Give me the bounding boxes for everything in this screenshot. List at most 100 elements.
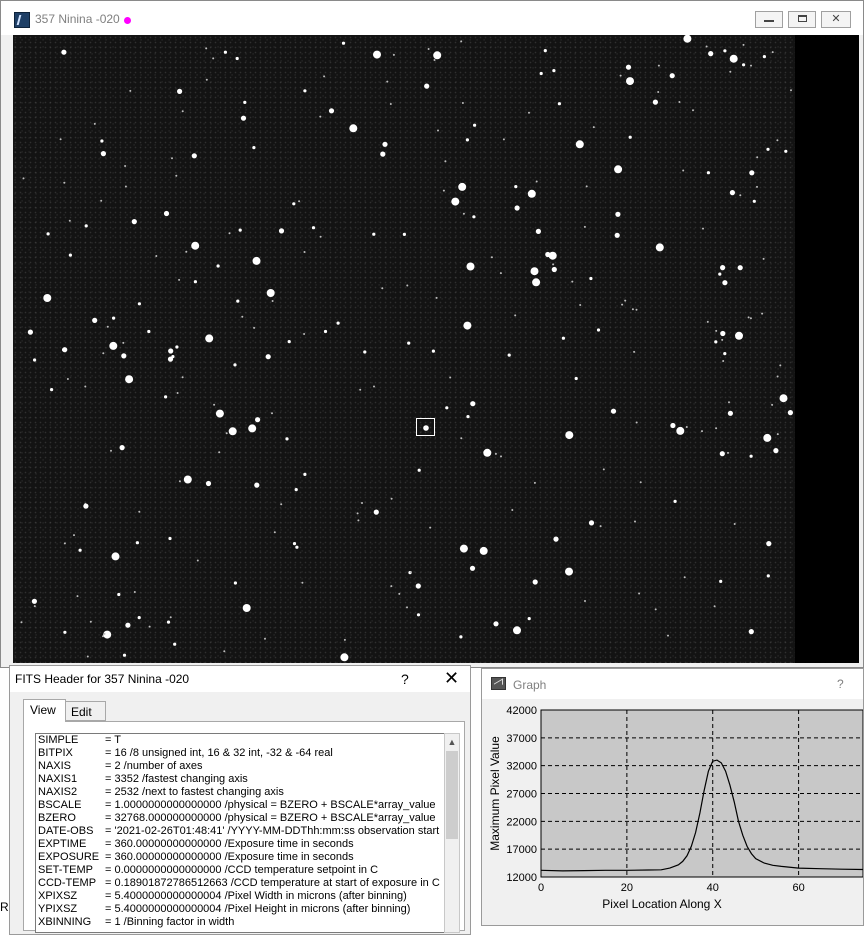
- star: [574, 376, 578, 381]
- star: [592, 126, 595, 129]
- star: [131, 219, 137, 225]
- star: [602, 468, 605, 471]
- star: [319, 235, 322, 238]
- star: [722, 280, 728, 286]
- star: [61, 49, 67, 55]
- scroll-thumb[interactable]: [446, 751, 458, 839]
- vertical-scrollbar[interactable]: ▲: [444, 733, 460, 933]
- minimize-button[interactable]: [755, 11, 783, 28]
- graph-title-bar[interactable]: Graph ?: [482, 669, 863, 699]
- star: [635, 421, 638, 424]
- star: [579, 304, 582, 306]
- help-button[interactable]: ?: [837, 677, 844, 691]
- star: [532, 278, 541, 287]
- star: [100, 139, 104, 143]
- fits-title-bar[interactable]: FITS Header for 357 Ninina -020 ? ✕: [10, 666, 470, 692]
- header-row: NAXIS1 = 3352 /fastest changing axis: [36, 773, 444, 786]
- star: [380, 151, 386, 157]
- star: [776, 433, 779, 436]
- star: [466, 415, 470, 419]
- star: [513, 626, 521, 635]
- close-button[interactable]: ✕: [444, 668, 459, 689]
- image-canvas[interactable]: [13, 35, 859, 663]
- star: [719, 579, 723, 584]
- star: [621, 303, 624, 306]
- y-tick-label: 37000: [506, 733, 537, 745]
- star: [43, 294, 52, 302]
- star: [433, 51, 442, 60]
- star: [303, 251, 306, 253]
- star: [392, 53, 395, 56]
- x-tick-label: 60: [792, 882, 804, 894]
- star: [205, 480, 212, 487]
- star: [639, 481, 642, 484]
- tab-view[interactable]: View: [23, 699, 66, 722]
- star: [323, 75, 326, 78]
- star: [185, 250, 188, 253]
- app-icon: [14, 12, 30, 28]
- star: [463, 321, 472, 330]
- header-key: CCD-TEMP: [38, 877, 97, 889]
- star: [148, 625, 151, 628]
- star: [737, 265, 743, 271]
- star: [692, 109, 694, 112]
- star: [433, 59, 436, 61]
- star: [790, 89, 792, 92]
- y-tick-label: 32000: [506, 761, 537, 773]
- star: [739, 194, 742, 197]
- fits-dialog-title: FITS Header for 357 Ninina -020: [15, 672, 190, 686]
- star: [100, 199, 103, 202]
- star: [705, 45, 708, 48]
- star: [729, 70, 732, 73]
- star: [511, 509, 514, 511]
- star: [762, 257, 765, 260]
- fits-header-list[interactable]: SIMPLE = T BITPIX = 16 /8 unsigned int, 16 …: [35, 733, 444, 933]
- header-row: EXPOSURE = 360.00000000000000 /Exposure t…: [36, 851, 444, 864]
- tab-edit[interactable]: Edit: [64, 701, 106, 721]
- star: [750, 64, 752, 67]
- star: [720, 330, 726, 337]
- star: [191, 241, 200, 250]
- graph-dialog: Graph ? 0 20 40 60 12000 17000 22000 27000 32000…: [481, 668, 864, 926]
- star: [373, 50, 381, 59]
- restore-button[interactable]: [788, 11, 816, 28]
- star: [31, 598, 37, 604]
- header-value: = 360.00000000000000 /Exposure time in s…: [105, 851, 354, 863]
- header-row: YPIXSZ = 5.4000000000000004 /Pixel Height…: [36, 903, 444, 916]
- header-row: SIMPLE = T: [36, 734, 444, 747]
- star: [323, 329, 328, 334]
- star: [638, 592, 641, 595]
- star: [298, 200, 301, 203]
- star: [102, 635, 104, 638]
- title-bar[interactable]: 357 Ninina -020 ✕: [1, 1, 863, 35]
- star: [46, 232, 50, 236]
- help-button[interactable]: ?: [401, 671, 409, 687]
- star: [500, 455, 502, 458]
- star: [255, 417, 261, 423]
- star: [59, 138, 62, 141]
- star: [216, 264, 220, 268]
- star: [205, 334, 214, 343]
- star: [507, 353, 511, 357]
- star: [502, 138, 505, 141]
- star: [137, 616, 141, 620]
- header-row: XBINNING = 1 /Binning factor in width: [36, 916, 444, 929]
- star: [235, 56, 239, 61]
- header-value: = 16 /8 unsigned int, 16 & 32 int, -32 &…: [105, 747, 333, 759]
- star: [409, 571, 412, 574]
- star: [733, 523, 736, 525]
- star: [84, 224, 88, 228]
- star: [552, 263, 555, 266]
- star: [652, 99, 659, 105]
- star: [175, 174, 178, 177]
- header-row: NAXIS = 2 /number of axes: [36, 760, 444, 773]
- star: [382, 141, 388, 147]
- star: [766, 574, 770, 578]
- header-row: XPIXSZ = 5.4000000000000004 /Pixel Width …: [36, 890, 444, 903]
- close-button[interactable]: ✕: [821, 11, 851, 28]
- selection-box[interactable]: [416, 418, 435, 436]
- star: [706, 171, 711, 175]
- scroll-up-icon[interactable]: ▲: [445, 734, 459, 750]
- star: [431, 349, 435, 353]
- star: [311, 226, 316, 230]
